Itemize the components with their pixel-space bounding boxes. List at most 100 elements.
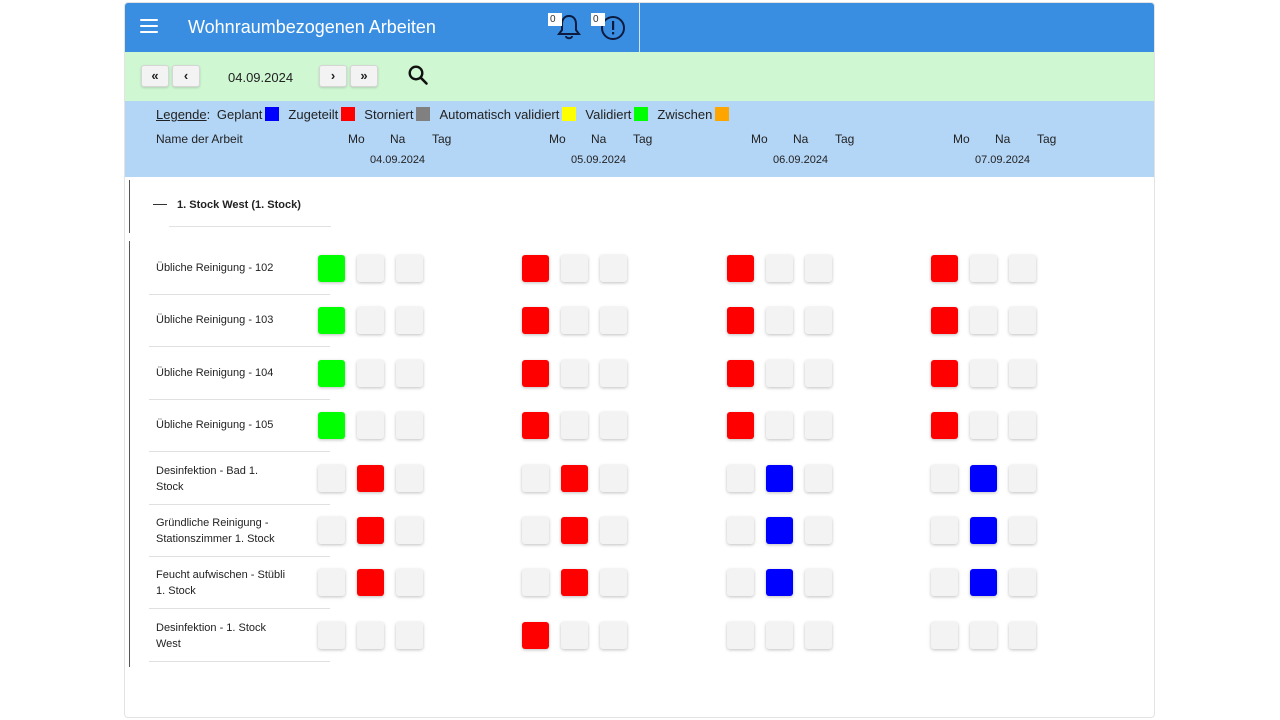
shift-cell-empty[interactable] [522, 517, 549, 544]
shift-cell-empty[interactable] [396, 621, 423, 649]
shift-cell-empty[interactable] [970, 359, 997, 387]
shift-cell-empty[interactable] [396, 517, 423, 544]
shift-cell-geplant[interactable] [766, 517, 793, 544]
shift-cell-zugeteilt[interactable] [561, 464, 588, 492]
menu-icon[interactable] [140, 19, 158, 33]
shift-cell-empty[interactable] [805, 307, 832, 335]
alerts-button[interactable]: 0 [591, 11, 627, 43]
shift-cell-zugeteilt[interactable] [727, 359, 754, 387]
shift-cell-zugeteilt[interactable] [522, 412, 549, 440]
prev-button[interactable]: ‹ [172, 65, 200, 87]
shift-cell-geplant[interactable] [970, 464, 997, 492]
shift-cell-zugeteilt[interactable] [931, 359, 958, 387]
shift-cell-zugeteilt[interactable] [931, 412, 958, 440]
shift-cell-empty[interactable] [561, 255, 588, 282]
shift-cell-empty[interactable] [522, 464, 549, 492]
shift-cell-zugeteilt[interactable] [931, 307, 958, 335]
shift-cell-empty[interactable] [970, 255, 997, 282]
shift-cell-empty[interactable] [396, 412, 423, 440]
shift-cell-geplant[interactable] [766, 569, 793, 597]
shift-cell-empty[interactable] [1009, 621, 1036, 649]
shift-cell-empty[interactable] [727, 569, 754, 597]
shift-cell-zugeteilt[interactable] [561, 569, 588, 597]
shift-cell-empty[interactable] [396, 464, 423, 492]
group-header[interactable]: 1. Stock West (1. Stock) [153, 199, 301, 211]
shift-cell-empty[interactable] [600, 412, 627, 440]
shift-cell-empty[interactable] [805, 621, 832, 649]
notifications-button[interactable]: 0 [548, 11, 584, 43]
shift-cell-validiert[interactable] [318, 412, 345, 440]
shift-cell-zugeteilt[interactable] [522, 255, 549, 282]
shift-cell-geplant[interactable] [970, 517, 997, 544]
shift-cell-empty[interactable] [766, 255, 793, 282]
shift-cell-empty[interactable] [318, 569, 345, 597]
shift-cell-empty[interactable] [600, 255, 627, 282]
shift-cell-empty[interactable] [357, 307, 384, 335]
shift-cell-empty[interactable] [766, 412, 793, 440]
shift-cell-empty[interactable] [727, 464, 754, 492]
shift-cell-empty[interactable] [1009, 412, 1036, 440]
shift-cell-empty[interactable] [805, 255, 832, 282]
shift-cell-validiert[interactable] [318, 255, 345, 282]
shift-cell-empty[interactable] [1009, 569, 1036, 597]
shift-cell-empty[interactable] [600, 569, 627, 597]
shift-cell-empty[interactable] [600, 359, 627, 387]
shift-cell-zugeteilt[interactable] [727, 307, 754, 335]
shift-cell-empty[interactable] [805, 517, 832, 544]
shift-cell-zugeteilt[interactable] [727, 412, 754, 440]
shift-cell-empty[interactable] [766, 307, 793, 335]
last-page-button[interactable]: » [350, 65, 378, 87]
shift-cell-empty[interactable] [727, 517, 754, 544]
shift-cell-empty[interactable] [970, 412, 997, 440]
shift-cell-empty[interactable] [931, 517, 958, 544]
shift-cell-empty[interactable] [727, 621, 754, 649]
shift-cell-empty[interactable] [600, 464, 627, 492]
shift-cell-empty[interactable] [600, 517, 627, 544]
first-page-button[interactable]: « [141, 65, 169, 87]
shift-cell-empty[interactable] [600, 621, 627, 649]
shift-cell-empty[interactable] [805, 569, 832, 597]
shift-cell-empty[interactable] [318, 464, 345, 492]
shift-cell-empty[interactable] [1009, 464, 1036, 492]
shift-cell-empty[interactable] [561, 359, 588, 387]
shift-cell-empty[interactable] [1009, 359, 1036, 387]
shift-cell-validiert[interactable] [318, 359, 345, 387]
shift-cell-empty[interactable] [561, 621, 588, 649]
shift-cell-empty[interactable] [805, 464, 832, 492]
shift-cell-geplant[interactable] [766, 464, 793, 492]
shift-cell-empty[interactable] [396, 569, 423, 597]
shift-cell-empty[interactable] [396, 359, 423, 387]
shift-cell-empty[interactable] [1009, 255, 1036, 282]
shift-cell-empty[interactable] [931, 621, 958, 649]
shift-cell-empty[interactable] [931, 464, 958, 492]
shift-cell-zugeteilt[interactable] [931, 255, 958, 282]
shift-cell-zugeteilt[interactable] [727, 255, 754, 282]
next-button[interactable]: › [319, 65, 347, 87]
shift-cell-empty[interactable] [766, 621, 793, 649]
shift-cell-zugeteilt[interactable] [357, 517, 384, 544]
shift-cell-empty[interactable] [357, 621, 384, 649]
search-button[interactable] [407, 64, 429, 86]
shift-cell-empty[interactable] [970, 307, 997, 335]
shift-cell-zugeteilt[interactable] [357, 464, 384, 492]
shift-cell-empty[interactable] [1009, 307, 1036, 335]
shift-cell-empty[interactable] [357, 359, 384, 387]
shift-cell-geplant[interactable] [970, 569, 997, 597]
shift-cell-empty[interactable] [396, 255, 423, 282]
shift-cell-empty[interactable] [931, 569, 958, 597]
shift-cell-empty[interactable] [561, 307, 588, 335]
shift-cell-empty[interactable] [318, 621, 345, 649]
shift-cell-empty[interactable] [1009, 517, 1036, 544]
shift-cell-zugeteilt[interactable] [522, 359, 549, 387]
shift-cell-validiert[interactable] [318, 307, 345, 335]
collapse-icon[interactable] [153, 204, 167, 205]
shift-cell-zugeteilt[interactable] [357, 569, 384, 597]
shift-cell-zugeteilt[interactable] [522, 621, 549, 649]
shift-cell-empty[interactable] [357, 412, 384, 440]
shift-cell-zugeteilt[interactable] [561, 517, 588, 544]
shift-cell-empty[interactable] [318, 517, 345, 544]
shift-cell-empty[interactable] [561, 412, 588, 440]
shift-cell-empty[interactable] [805, 412, 832, 440]
shift-cell-empty[interactable] [805, 359, 832, 387]
shift-cell-empty[interactable] [522, 569, 549, 597]
